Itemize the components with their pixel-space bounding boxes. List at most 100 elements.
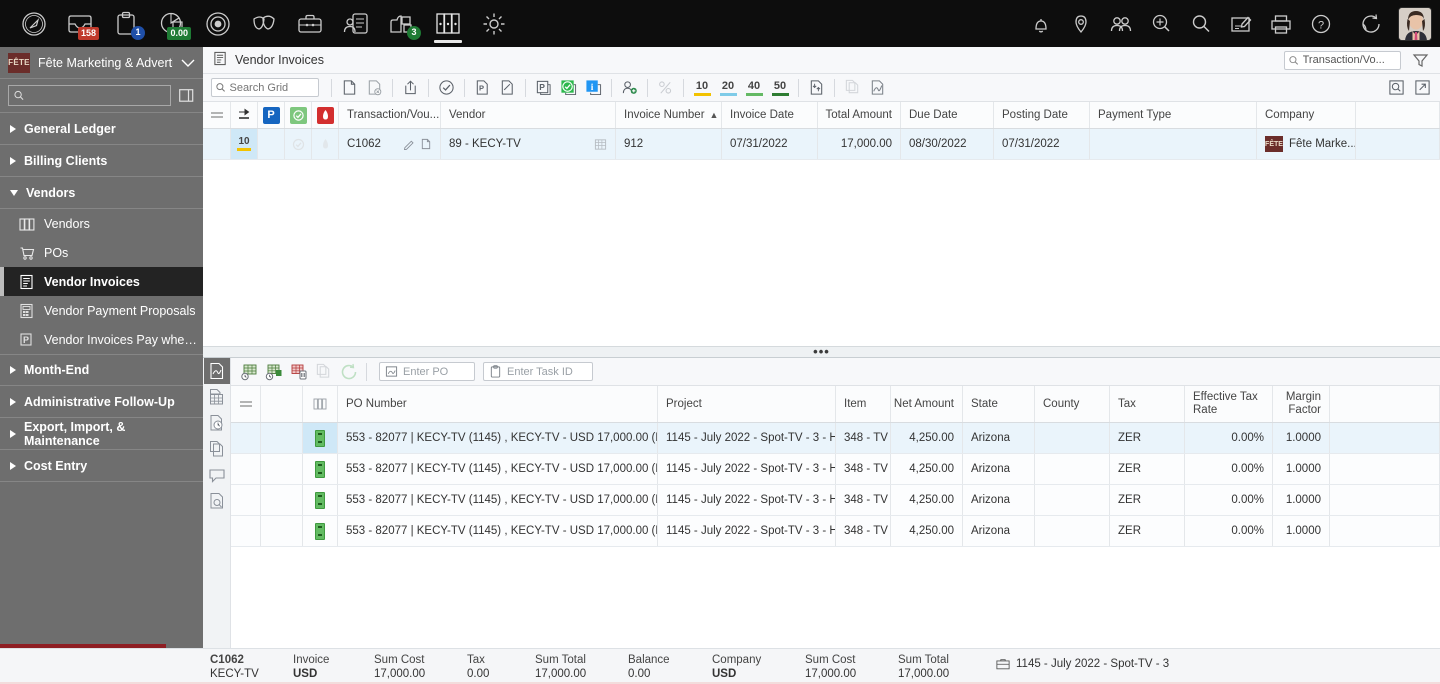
pie-chart-icon[interactable]: 0.00 (150, 2, 194, 46)
line-menu-cell[interactable] (231, 454, 261, 484)
line-net-amount-cell[interactable]: 4,250.00 (891, 423, 963, 453)
line-project-cell[interactable]: 1145 - July 2022 - Spot-TV - 3 - Ho... (658, 485, 836, 515)
line-county-cell[interactable] (1035, 423, 1110, 453)
funnel-icon[interactable] (1408, 49, 1432, 71)
line-county-cell[interactable] (1035, 454, 1110, 484)
task-id-field[interactable]: Enter Task ID (483, 362, 593, 381)
lines-header-item[interactable]: Item (836, 386, 891, 422)
row-menu-cell[interactable] (203, 129, 231, 159)
line-net-amount-cell[interactable]: 4,250.00 (891, 485, 963, 515)
grid-header-company[interactable]: Company (1257, 102, 1356, 128)
line-item-cell[interactable]: 348 - TV (836, 485, 891, 515)
grid-menu-header[interactable] (203, 102, 231, 128)
ledgers-icon[interactable] (426, 2, 470, 46)
line-item-cell[interactable]: 348 - TV (836, 423, 891, 453)
post-icon[interactable]: P (471, 76, 494, 99)
gear-icon[interactable] (472, 2, 516, 46)
line-state-cell[interactable]: Arizona (963, 454, 1035, 484)
lines-header-tax[interactable]: Tax (1110, 386, 1185, 422)
line-status-cell[interactable] (303, 454, 338, 484)
expand-window-icon[interactable] (1411, 76, 1434, 99)
line-tax-cell[interactable]: ZER (1110, 516, 1185, 546)
lines-header-net-amount[interactable]: Net Amount (891, 386, 963, 422)
line-item-cell[interactable]: 348 - TV (836, 454, 891, 484)
payment-icon[interactable]: P (532, 76, 555, 99)
grid-posted-header[interactable]: P (258, 102, 285, 128)
lines-header-po-number[interactable]: PO Number (338, 386, 658, 422)
page-size-50-button[interactable]: 50 (770, 80, 790, 96)
lines-header-county[interactable]: County (1035, 386, 1110, 422)
sidebar-group-billing-clients[interactable]: Billing Clients (0, 145, 203, 177)
line-project-cell[interactable]: 1145 - July 2022 - Spot-TV - 3 - Ho... (658, 516, 836, 546)
line-state-cell[interactable]: Arizona (963, 516, 1035, 546)
line-menu-cell[interactable] (231, 485, 261, 515)
percent-icon[interactable] (654, 76, 677, 99)
line-margin-factor-cell[interactable]: 1.0000 (1273, 485, 1330, 515)
toggle-panel-icon[interactable] (177, 87, 195, 105)
copy-lines-icon[interactable] (312, 360, 335, 383)
sidebar-item-vendor-invoices[interactable]: Vendor Invoices (0, 267, 203, 296)
delete-line-icon[interactable] (287, 360, 310, 383)
sidebar-item-vendor-payment-proposals[interactable]: Vendor Payment Proposals (0, 296, 203, 325)
sidebar-search[interactable] (8, 85, 171, 106)
status-project[interactable]: 1145 - July 2022 - Spot-TV - 3 (996, 658, 1169, 670)
sidebar-item-vendors[interactable]: Vendors (0, 209, 203, 238)
grid-header-transaction[interactable]: Transaction/Vou... (339, 102, 441, 128)
search-grid-input[interactable] (229, 82, 314, 94)
edit-pencil-icon[interactable] (403, 138, 415, 150)
line-po-number-cell[interactable]: 553 - 82077 | KECY-TV (1145) , KECY-TV -… (338, 485, 658, 515)
comments-icon[interactable] (204, 462, 230, 488)
grid-header-due-date[interactable]: Due Date (901, 102, 994, 128)
unpost-icon[interactable] (496, 76, 519, 99)
validate-icon[interactable] (557, 76, 580, 99)
lines-header-project[interactable]: Project (658, 386, 836, 422)
history-icon[interactable] (204, 410, 230, 436)
row-total-amount-cell[interactable]: 17,000.00 (818, 129, 901, 159)
row-company-cell[interactable]: FÊTE Fête Marke... (1257, 129, 1356, 159)
row-approved-cell[interactable] (285, 129, 312, 159)
grid-header-invoice-date[interactable]: Invoice Date (722, 102, 818, 128)
line-menu-cell[interactable] (231, 423, 261, 453)
line-project-cell[interactable]: 1145 - July 2022 - Spot-TV - 3 - Ho... (658, 454, 836, 484)
assign-user-icon[interactable] (618, 76, 641, 99)
po-field[interactable]: Enter PO (379, 362, 475, 381)
line-effective-tax-rate-cell[interactable]: 0.00% (1185, 423, 1273, 453)
search-icon[interactable] (1184, 7, 1218, 41)
copy-row-icon[interactable] (420, 138, 432, 150)
grid-header-posting-date[interactable]: Posting Date (994, 102, 1090, 128)
download-doc-icon[interactable] (805, 76, 828, 99)
sidebar-item-pos[interactable]: POs (0, 238, 203, 267)
line-net-amount-cell[interactable]: 4,250.00 (891, 516, 963, 546)
row-due-date-cell[interactable]: 08/30/2022 (901, 129, 994, 159)
grid-approved-header[interactable] (285, 102, 312, 128)
grid-search-icon[interactable] (1385, 76, 1408, 99)
signature-icon[interactable] (866, 76, 889, 99)
row-transaction-cell[interactable]: C1062 (339, 129, 441, 159)
line-status-cell[interactable] (303, 485, 338, 515)
user-avatar[interactable] (1398, 7, 1432, 41)
line-margin-factor-cell[interactable]: 1.0000 (1273, 516, 1330, 546)
company-selector[interactable]: FÊTE Fête Marketing & Advertisi... (0, 47, 203, 79)
line-item-cell[interactable]: 348 - TV (836, 516, 891, 546)
grid-header-total-amount[interactable]: Total Amount (818, 102, 901, 128)
line-blank-cell[interactable] (261, 454, 303, 484)
grid-header-payment-type[interactable]: Payment Type (1090, 102, 1257, 128)
bell-icon[interactable] (1024, 7, 1058, 41)
row-posted-cell[interactable] (258, 129, 285, 159)
sidebar-group-cost-entry[interactable]: Cost Entry (0, 450, 203, 482)
table-row[interactable]: 553 - 82077 | KECY-TV (1145) , KECY-TV -… (231, 516, 1440, 547)
grid-header-invoice-number[interactable]: Invoice Number ▲ (616, 102, 722, 128)
page-size-20-button[interactable]: 20 (718, 80, 738, 96)
row-payment-type-cell[interactable] (1090, 129, 1257, 159)
table-row[interactable]: 553 - 82077 | KECY-TV (1145) , KECY-TV -… (231, 423, 1440, 454)
line-tax-cell[interactable]: ZER (1110, 454, 1185, 484)
info-icon[interactable]: i (582, 76, 605, 99)
help-icon[interactable]: ? (1304, 7, 1338, 41)
line-po-number-cell[interactable]: 553 - 82077 | KECY-TV (1145) , KECY-TV -… (338, 516, 658, 546)
grid-header-vendor[interactable]: Vendor (441, 102, 616, 128)
grid-view-icon[interactable] (204, 384, 230, 410)
duplicate-line-icon[interactable] (262, 360, 285, 383)
location-pin-icon[interactable] (1064, 7, 1098, 41)
grid-status-header[interactable] (231, 102, 258, 128)
line-margin-factor-cell[interactable]: 1.0000 (1273, 423, 1330, 453)
